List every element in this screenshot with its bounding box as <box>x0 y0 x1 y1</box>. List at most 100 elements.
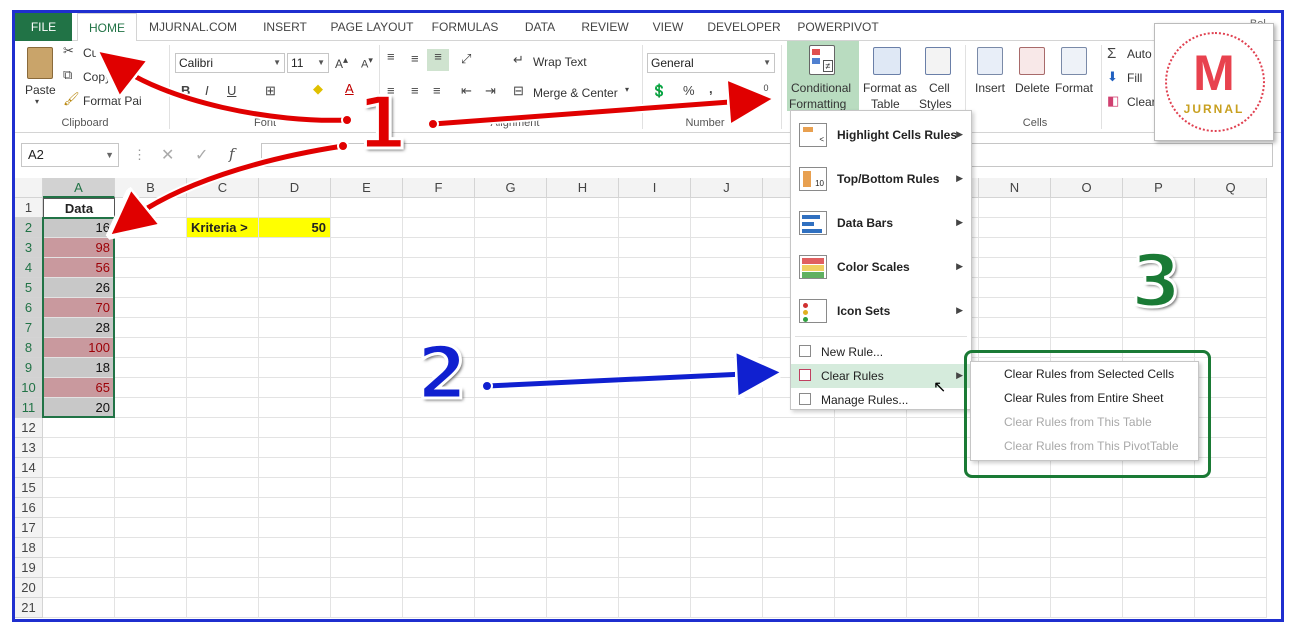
row-header[interactable]: 14 <box>15 458 43 478</box>
column-header[interactable]: P <box>1123 178 1195 198</box>
format-painter-icon[interactable]: 🖌 <box>63 91 80 107</box>
grow-font-icon[interactable]: A▴ <box>335 55 348 71</box>
format-cells-icon[interactable] <box>1061 47 1087 75</box>
column-header[interactable]: I <box>619 178 691 198</box>
column-header[interactable]: E <box>331 178 403 198</box>
cell-styles-button[interactable]: Cell <box>929 81 950 95</box>
format-button[interactable]: Format <box>1055 81 1093 95</box>
column-header[interactable]: Q <box>1195 178 1267 198</box>
row-header[interactable]: 16 <box>15 498 43 518</box>
fill-button[interactable]: Fill <box>1127 71 1142 85</box>
delete-cells-icon[interactable] <box>1019 47 1045 75</box>
row-header[interactable]: 1 <box>15 198 43 218</box>
merge-center-button[interactable]: Merge & Center <box>533 86 618 100</box>
criteria-label-cell[interactable]: Kriteria > <box>187 218 259 238</box>
row-header[interactable]: 5 <box>15 278 43 298</box>
row-header[interactable]: 10 <box>15 378 43 398</box>
format-as-table-icon[interactable] <box>873 47 901 75</box>
clear-button[interactable]: Clear <box>1127 95 1156 109</box>
tab-review[interactable]: REVIEW <box>575 13 635 41</box>
accounting-format-icon[interactable]: 💲 <box>651 83 667 99</box>
menu-top-bottom-rules[interactable]: 10 Top/Bottom Rules ▶ <box>791 159 971 199</box>
column-header[interactable]: N <box>979 178 1051 198</box>
font-color-button[interactable]: A <box>345 81 354 96</box>
row-header[interactable]: 17 <box>15 518 43 538</box>
align-center-icon[interactable]: ≡ <box>411 83 419 98</box>
chevron-down-icon[interactable]: ▾ <box>625 85 629 94</box>
format-as-table-button[interactable]: Format as <box>863 81 917 95</box>
menu-data-bars[interactable]: Data Bars ▶ <box>791 203 971 243</box>
data-cell[interactable]: 100 <box>43 338 115 358</box>
wrap-text-button[interactable]: Wrap Text <box>533 55 587 69</box>
number-format-combo[interactable]: General ▼ <box>647 53 775 73</box>
tab-page-layout[interactable]: PAGE LAYOUT <box>327 13 417 41</box>
percent-button[interactable]: % <box>683 83 695 98</box>
copy-icon[interactable]: ⧉ <box>63 67 72 83</box>
bold-button[interactable]: B <box>181 83 190 98</box>
autosum-button[interactable]: Auto <box>1127 47 1152 61</box>
data-cell[interactable]: 70 <box>43 298 115 318</box>
column-header[interactable]: G <box>475 178 547 198</box>
data-cell[interactable]: 18 <box>43 358 115 378</box>
cancel-icon[interactable]: ✕ <box>161 145 174 165</box>
row-header[interactable]: 15 <box>15 478 43 498</box>
autosum-icon[interactable]: Σ <box>1107 45 1116 62</box>
orientation-icon[interactable]: ⤢ <box>461 51 471 67</box>
delete-button[interactable]: Delete <box>1015 81 1050 95</box>
row-header[interactable]: 2 <box>15 218 43 238</box>
menu-icon-sets[interactable]: Icon Sets ▶ <box>791 291 971 331</box>
row-header[interactable]: 21 <box>15 598 43 618</box>
wrap-text-icon[interactable]: ↵ <box>513 52 524 68</box>
row-header[interactable]: 12 <box>15 418 43 438</box>
formula-input[interactable] <box>261 143 1273 167</box>
data-cell[interactable]: 28 <box>43 318 115 338</box>
increase-indent-icon[interactable]: ⇥ <box>485 83 496 99</box>
decrease-decimal-icon[interactable]: .0 <box>761 83 769 93</box>
borders-icon[interactable]: ⊞ <box>265 83 276 99</box>
align-top-icon[interactable]: ≡ <box>387 49 395 64</box>
criteria-value-cell[interactable]: 50 <box>259 218 331 238</box>
decrease-indent-icon[interactable]: ⇤ <box>461 83 472 99</box>
eraser-icon[interactable]: ◧ <box>1107 93 1119 109</box>
row-header[interactable]: 11 <box>15 398 43 418</box>
paste-dropdown-icon[interactable]: ▾ <box>35 97 39 106</box>
column-header[interactable]: D <box>259 178 331 198</box>
column-header[interactable]: C <box>187 178 259 198</box>
cell-a1-header[interactable]: Data Acak <box>43 198 115 236</box>
table-label[interactable]: Table <box>871 97 900 111</box>
row-header[interactable]: 20 <box>15 578 43 598</box>
insert-function-button[interactable]: f <box>229 145 235 163</box>
tab-home[interactable]: HOME <box>77 13 137 42</box>
tab-insert[interactable]: INSERT <box>255 13 315 41</box>
data-cell[interactable]: 98 <box>43 238 115 258</box>
font-size-combo[interactable]: 11 ▼ <box>287 53 329 73</box>
column-header[interactable]: F <box>403 178 475 198</box>
fill-icon[interactable]: ⬇ <box>1107 69 1118 85</box>
row-header[interactable]: 6 <box>15 298 43 318</box>
cut-button[interactable]: Cut <box>83 46 102 60</box>
paste-button[interactable]: Paste <box>25 83 56 97</box>
data-cell[interactable]: 65 <box>43 378 115 398</box>
column-header[interactable]: O <box>1051 178 1123 198</box>
cut-icon[interactable]: ✂ <box>63 43 74 59</box>
align-middle-icon[interactable]: ≡ <box>411 51 419 66</box>
row-header[interactable]: 9 <box>15 358 43 378</box>
name-box[interactable]: A2 ▼ <box>21 143 119 167</box>
column-header[interactable]: H <box>547 178 619 198</box>
cell-styles-icon[interactable] <box>925 47 951 75</box>
tab-mjurnal[interactable]: MJURNAL.COM <box>145 13 241 41</box>
row-header[interactable]: 7 <box>15 318 43 338</box>
increase-decimal-icon[interactable]: .00 <box>737 83 750 93</box>
column-header[interactable]: B <box>115 178 187 198</box>
menu-highlight-cells-rules[interactable]: < Highlight Cells Rules ▶ <box>791 115 971 155</box>
comma-button[interactable]: , <box>709 81 713 96</box>
data-cell[interactable]: 16 <box>43 218 115 238</box>
insert-button[interactable]: Insert <box>975 81 1005 95</box>
font-name-combo[interactable]: Calibri ▼ <box>175 53 285 73</box>
italic-button[interactable]: I <box>205 83 209 98</box>
row-header[interactable]: 13 <box>15 438 43 458</box>
shrink-font-icon[interactable]: A▾ <box>361 55 373 71</box>
row-header[interactable]: 3 <box>15 238 43 258</box>
tab-powerpivot[interactable]: POWERPIVOT <box>795 13 881 41</box>
copy-button[interactable]: Copy <box>83 70 111 84</box>
